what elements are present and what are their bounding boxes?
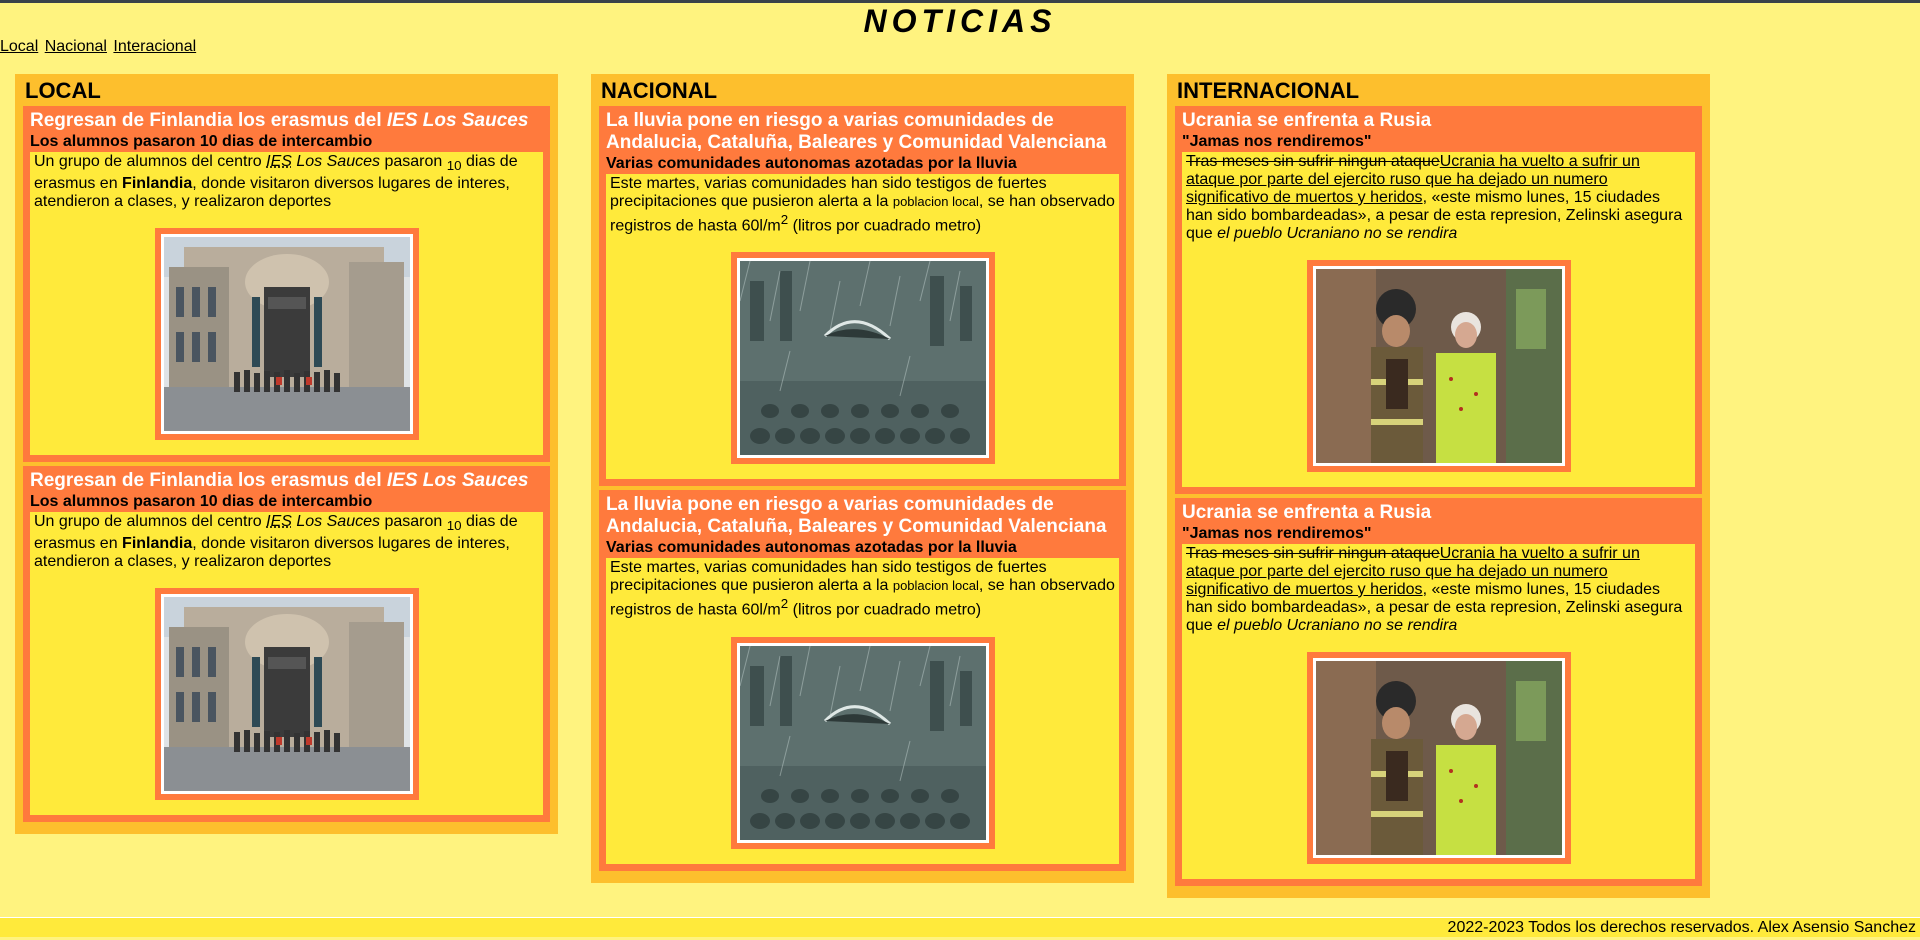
abbr-ies: IES bbox=[266, 153, 292, 170]
article-subtitle: Los alumnos pasaron 10 dias de intercamb… bbox=[30, 133, 373, 150]
article-subtitle: "Jamas nos rendiremos" bbox=[1182, 525, 1372, 542]
firefighter-injured-woman-photo bbox=[1306, 260, 1571, 472]
article-headline: Ucrania se enfrenta a Rusia bbox=[1182, 110, 1432, 131]
article-body: Tras meses sin sufrir ningun ataqueUcran… bbox=[1182, 152, 1695, 487]
article-headline: Regresan de Finlandia los erasmus del IE… bbox=[30, 110, 529, 131]
article-headline: Regresan de Finlandia los erasmus del IE… bbox=[30, 470, 529, 492]
article-subtitle: Los alumnos pasaron 10 dias de intercamb… bbox=[30, 493, 373, 511]
article-body: Tras meses sin sufrir ningun ataqueUcran… bbox=[1182, 544, 1695, 879]
rain-umbrella-photo bbox=[730, 252, 995, 465]
nav-bar: Local Nacional Interacional bbox=[0, 38, 198, 56]
nav-link-internacional[interactable]: Interacional bbox=[113, 38, 196, 55]
article-body: Este martes, varias comunidades han sido… bbox=[606, 558, 1119, 864]
article-body: Este martes, varias comunidades han sido… bbox=[606, 174, 1119, 480]
abbr-ies: IES bbox=[266, 513, 292, 531]
news-article: La lluvia pone en riesgo a varias comuni… bbox=[599, 106, 1126, 487]
footer: 2022-2023 Todos los derechos reservados.… bbox=[0, 917, 1920, 937]
section-nacional: NACIONAL La lluvia pone en riesgo a vari… bbox=[591, 74, 1134, 883]
article-subtitle: "Jamas nos rendiremos" bbox=[1182, 133, 1372, 150]
page-title: NOTICIAS bbox=[863, 3, 1057, 39]
building-group-photo bbox=[154, 588, 419, 801]
nav-link-nacional[interactable]: Nacional bbox=[45, 38, 107, 55]
article-subtitle: Varias comunidades autonomas azotadas po… bbox=[606, 155, 1017, 172]
news-article: La lluvia pone en riesgo a varias comuni… bbox=[599, 490, 1126, 871]
building-group-photo bbox=[154, 228, 419, 441]
article-headline: La lluvia pone en riesgo a varias comuni… bbox=[606, 110, 1107, 153]
article-subtitle: Varias comunidades autonomas azotadas po… bbox=[606, 539, 1017, 557]
article-body: Un grupo de alumnos del centro IES Los S… bbox=[30, 512, 543, 816]
article-headline: La lluvia pone en riesgo a varias comuni… bbox=[606, 494, 1107, 538]
article-body: Un grupo de alumnos del centro IES Los S… bbox=[30, 152, 543, 456]
news-article: Ucrania se enfrenta a Rusia "Jamas nos r… bbox=[1175, 106, 1702, 494]
rain-umbrella-photo bbox=[730, 636, 995, 849]
section-internacional: INTERNACIONAL Ucrania se enfrenta a Rusi… bbox=[1167, 74, 1710, 898]
news-article: Regresan de Finlandia los erasmus del IE… bbox=[23, 106, 550, 463]
section-title: NACIONAL bbox=[601, 78, 718, 103]
news-article: Ucrania se enfrenta a Rusia "Jamas nos r… bbox=[1175, 498, 1702, 886]
firefighter-injured-woman-photo bbox=[1306, 652, 1571, 864]
article-headline: Ucrania se enfrenta a Rusia bbox=[1182, 502, 1432, 523]
section-local: LOCAL Regresan de Finlandia los erasmus … bbox=[15, 74, 558, 835]
nav-link-local[interactable]: Local bbox=[0, 38, 38, 55]
news-article: Regresan de Finlandia los erasmus del IE… bbox=[23, 466, 550, 823]
section-title: LOCAL bbox=[25, 78, 101, 103]
section-title: INTERNACIONAL bbox=[1177, 78, 1360, 103]
